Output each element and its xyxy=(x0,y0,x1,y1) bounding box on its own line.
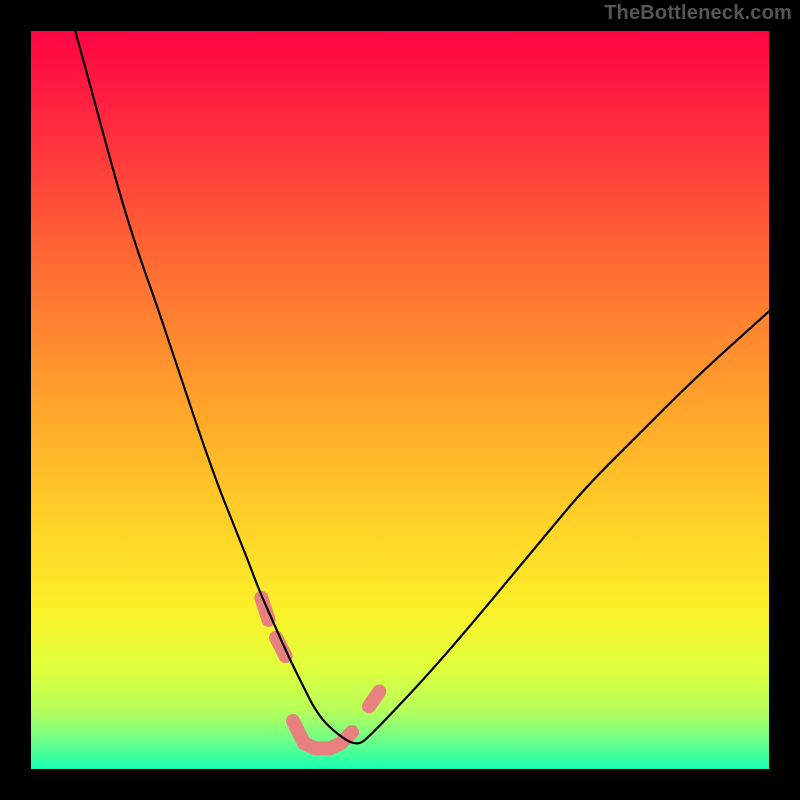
plot-area xyxy=(31,31,769,769)
highlight-vertex xyxy=(293,721,352,748)
bottleneck-curve xyxy=(75,31,769,743)
curve-svg xyxy=(31,31,769,769)
chart-frame: TheBottleneck.com xyxy=(0,0,800,800)
watermark-text: TheBottleneck.com xyxy=(604,2,792,25)
highlight-group xyxy=(261,598,379,749)
highlight-right xyxy=(369,692,379,707)
